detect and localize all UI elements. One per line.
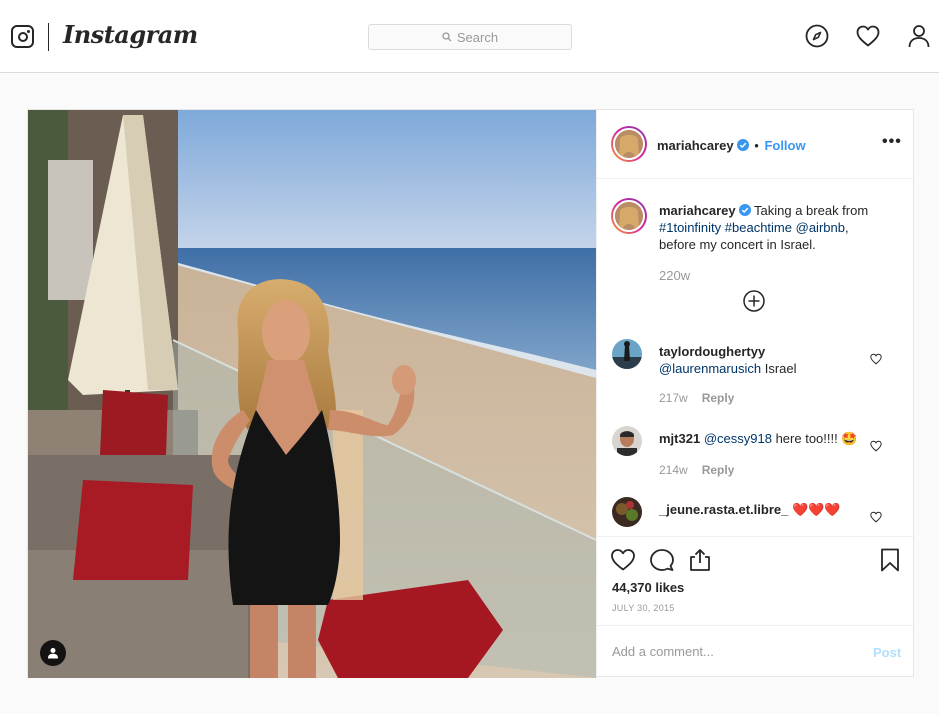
add-comment-bar: Post — [597, 625, 915, 676]
search-icon — [442, 32, 452, 42]
more-options-icon[interactable]: ••• — [882, 134, 902, 151]
like-heart-icon[interactable] — [610, 547, 636, 573]
comments-list[interactable]: mariahcarey Taking a break from #1toinfi… — [597, 180, 915, 536]
hashtag-link[interactable]: #1toinfinity — [659, 220, 721, 235]
commenter-avatar[interactable] — [612, 497, 642, 527]
tagged-people-button[interactable] — [40, 640, 66, 666]
comment-bubble-icon[interactable] — [649, 547, 675, 573]
comment-text: here too!!!! 🤩 — [775, 431, 858, 446]
comment-like-heart-icon[interactable] — [870, 511, 882, 523]
comment-like-heart-icon[interactable] — [870, 440, 882, 452]
comment-mention[interactable]: @cessy918 — [704, 431, 772, 446]
post-date[interactable]: JULY 30, 2015 — [612, 603, 675, 613]
post-comment-button[interactable]: Post — [873, 645, 901, 660]
post-header: mariahcarey • Follow ••• — [597, 110, 915, 179]
comment-username[interactable]: mjt321 — [659, 431, 700, 446]
commenter-avatar[interactable] — [612, 426, 642, 456]
mention-link[interactable]: @airbnb — [796, 220, 845, 235]
activity-heart-icon[interactable] — [855, 23, 881, 49]
post-actions: 44,370 likes JULY 30, 2015 — [597, 536, 915, 624]
profile-icon[interactable] — [906, 23, 932, 49]
post-card: mariahcarey • Follow ••• mariahcarey Tak… — [27, 109, 915, 678]
reply-button[interactable]: Reply — [702, 463, 735, 477]
post-caption: mariahcarey Taking a break from #1toinfi… — [659, 202, 899, 253]
comment-item: _jeune.rasta.et.libre_ ❤️❤️❤️ — [612, 497, 902, 536]
comment-mention[interactable]: @laurenmarusich — [659, 361, 761, 376]
likes-count[interactable]: 44,370 likes — [612, 580, 684, 595]
comment-like-heart-icon[interactable] — [870, 353, 882, 365]
instagram-wordmark[interactable]: Instagram — [63, 20, 198, 49]
reply-button[interactable]: Reply — [702, 391, 735, 405]
comment-text: Israel — [764, 361, 797, 376]
caption-timestamp[interactable]: 220w — [659, 268, 690, 283]
commenter-avatar[interactable] — [612, 339, 642, 369]
search-placeholder: Search — [456, 29, 499, 45]
verified-badge-icon — [736, 139, 749, 151]
verified-badge-icon — [738, 204, 751, 216]
hashtag-link[interactable]: #beachtime — [725, 220, 792, 235]
add-comment-input[interactable] — [612, 638, 852, 664]
caption-author-avatar[interactable] — [611, 198, 647, 234]
logo-divider — [48, 23, 49, 51]
caption-username[interactable]: mariahcarey — [659, 203, 736, 218]
post-photo[interactable] — [28, 110, 596, 678]
post-author-username[interactable]: mariahcarey — [657, 138, 734, 153]
comment-timestamp[interactable]: 214w — [659, 463, 688, 477]
post-author-avatar[interactable] — [611, 126, 647, 162]
instagram-logo-icon[interactable] — [11, 25, 34, 48]
user-tag-icon — [48, 648, 58, 659]
caption-comma: , — [844, 220, 849, 235]
follow-button[interactable]: Follow — [764, 138, 805, 153]
comment-timestamp[interactable]: 217w — [659, 391, 688, 405]
top-nav: Instagram Search — [0, 0, 939, 73]
comment-username[interactable]: _jeune.rasta.et.libre_ — [659, 502, 788, 517]
explore-compass-icon[interactable] — [804, 23, 830, 49]
comment-item: mjt321 @cessy918 here too!!!! 🤩 214w Repl… — [612, 426, 902, 486]
comment-text: ❤️❤️❤️ — [791, 502, 841, 517]
caption-text: Taking a break from — [754, 203, 869, 218]
share-icon[interactable] — [687, 547, 713, 573]
post-sidebar: mariahcarey • Follow ••• mariahcarey Tak… — [596, 110, 915, 676]
caption-text-end: before my concert in Israel. — [659, 237, 816, 252]
load-more-comments-icon[interactable] — [743, 290, 765, 312]
search-input[interactable]: Search — [368, 24, 572, 50]
comment-username[interactable]: taylordoughertyy — [659, 344, 765, 359]
follow-separator: • — [754, 138, 759, 153]
save-bookmark-icon[interactable] — [877, 547, 903, 573]
comment-item: taylordoughertyy @laurenmarusich Israel … — [612, 339, 902, 409]
